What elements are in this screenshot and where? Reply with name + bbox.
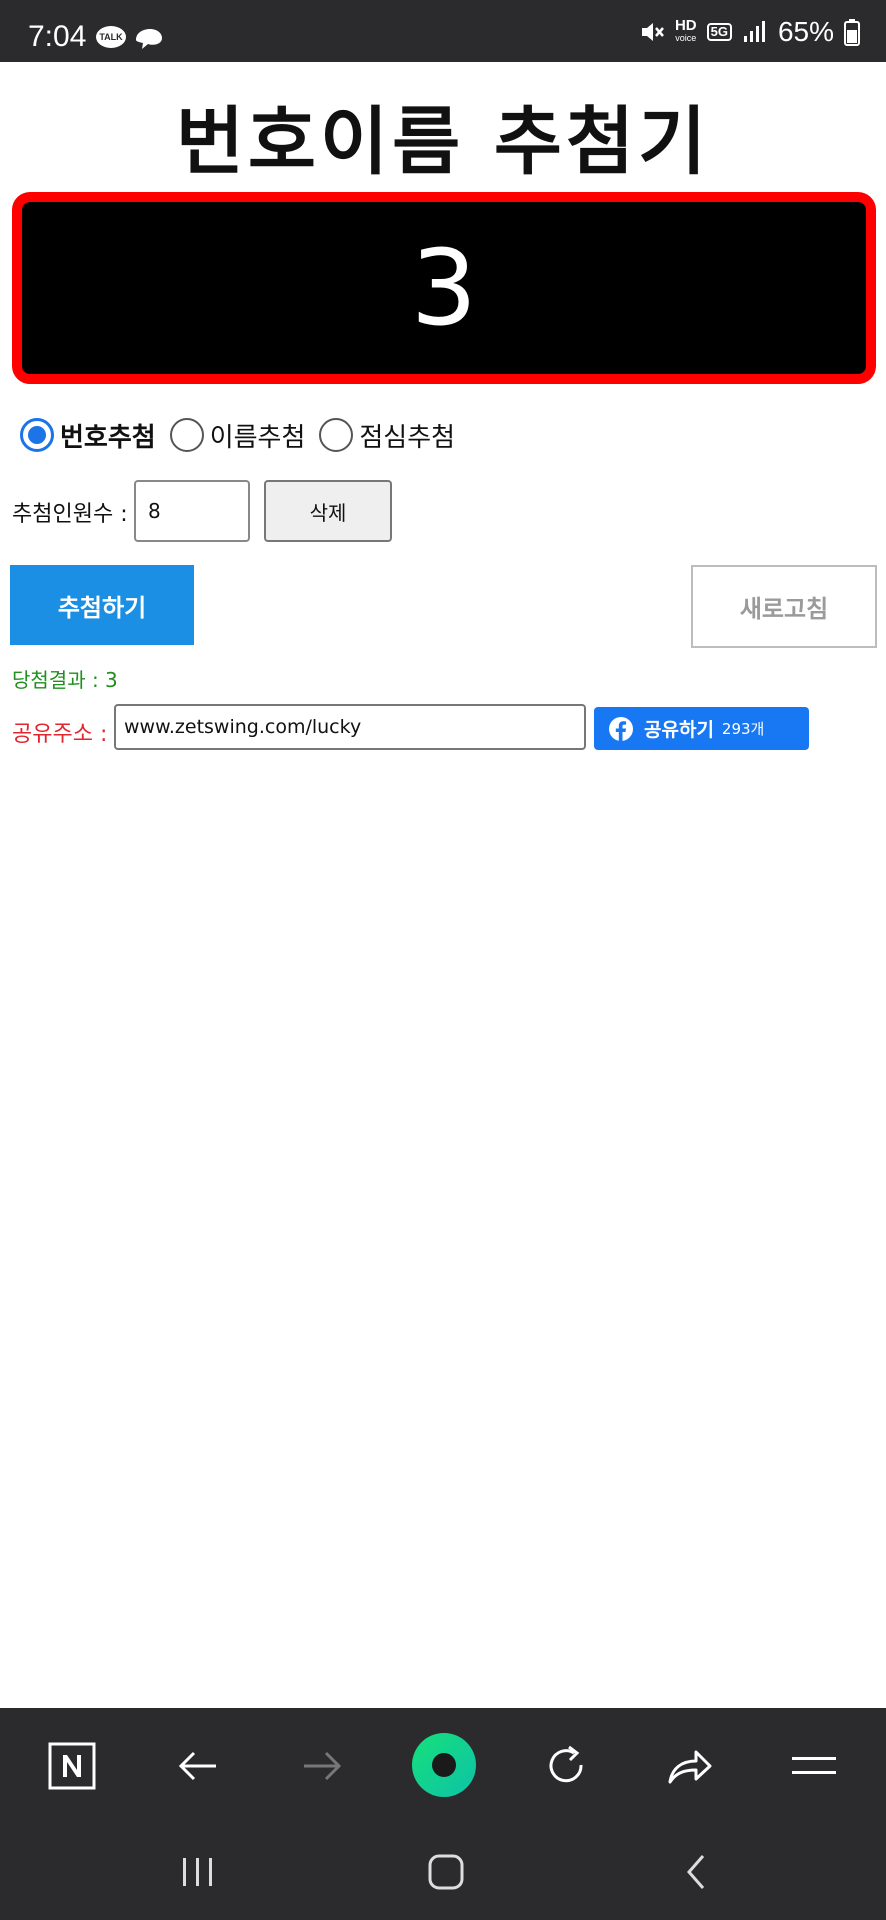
facebook-share-button[interactable]: 공유하기 293개 bbox=[594, 707, 809, 750]
reload-icon[interactable] bbox=[538, 1738, 594, 1794]
mute-icon bbox=[641, 23, 664, 41]
refresh-button[interactable]: 새로고침 bbox=[691, 565, 877, 648]
radio-name[interactable] bbox=[169, 418, 204, 452]
mode-number-option[interactable]: 번호추첨 bbox=[20, 417, 156, 454]
count-label: 추첨인원수 : bbox=[12, 502, 128, 527]
facebook-share-label: 공유하기 bbox=[644, 719, 714, 741]
delete-button[interactable]: 삭제 bbox=[264, 480, 392, 542]
signal-icon bbox=[743, 21, 765, 42]
mode-lunch-label: 점심추첨 bbox=[359, 422, 456, 453]
share-arrow-icon[interactable] bbox=[662, 1738, 718, 1794]
browser-toolbar bbox=[0, 1708, 886, 1820]
facebook-share-count: 293개 bbox=[721, 720, 765, 738]
result-display: 3 bbox=[12, 192, 876, 384]
network-5g-icon: 5G bbox=[706, 23, 732, 41]
draw-button[interactable]: 추첨하기 bbox=[10, 565, 194, 645]
system-navigation-bar bbox=[0, 1820, 886, 1920]
app-root: 7:04 TALK HD voice 5G 65% 번호이름 추첨기 3 번호추… bbox=[0, 0, 886, 1920]
recent-apps-icon[interactable] bbox=[168, 1850, 228, 1894]
mode-number-label: 번호추첨 bbox=[60, 422, 156, 453]
radio-number[interactable] bbox=[20, 418, 54, 452]
mode-name-label: 이름추첨 bbox=[209, 422, 306, 453]
status-icons: HD voice 5G 65% bbox=[639, 16, 860, 48]
battery-icon bbox=[844, 19, 860, 46]
share-url-input[interactable] bbox=[114, 704, 586, 750]
mode-name-option[interactable]: 이름추첨 bbox=[169, 417, 306, 454]
naver-n-icon[interactable] bbox=[44, 1738, 100, 1794]
battery-percent: 65% bbox=[777, 16, 834, 47]
result-number: 3 bbox=[410, 227, 478, 349]
status-time: 7:04 bbox=[28, 20, 87, 53]
share-label: 공유주소 : bbox=[12, 722, 108, 747]
home-circle-icon[interactable] bbox=[409, 1730, 479, 1800]
menu-icon[interactable] bbox=[786, 1738, 842, 1794]
forward-arrow-icon[interactable] bbox=[294, 1738, 350, 1794]
back-icon[interactable] bbox=[666, 1850, 726, 1894]
radio-lunch[interactable] bbox=[319, 418, 354, 452]
result-text: 당첨결과 : 3 bbox=[12, 668, 118, 692]
mode-radio-group: 번호추첨 이름추첨 점심추첨 bbox=[20, 410, 469, 460]
count-input[interactable] bbox=[134, 480, 250, 542]
kakaotalk-icon: TALK bbox=[96, 26, 126, 48]
facebook-icon bbox=[609, 716, 633, 741]
hd-voice-icon: HD voice bbox=[674, 17, 697, 43]
back-arrow-icon[interactable] bbox=[170, 1738, 226, 1794]
page-title: 번호이름 추첨기 bbox=[175, 99, 711, 185]
chat-bubble-icon bbox=[136, 29, 162, 49]
mode-lunch-option[interactable]: 점심추첨 bbox=[319, 417, 455, 454]
status-bar: 7:04 TALK HD voice 5G 65% bbox=[0, 0, 886, 62]
home-icon[interactable] bbox=[416, 1850, 476, 1894]
